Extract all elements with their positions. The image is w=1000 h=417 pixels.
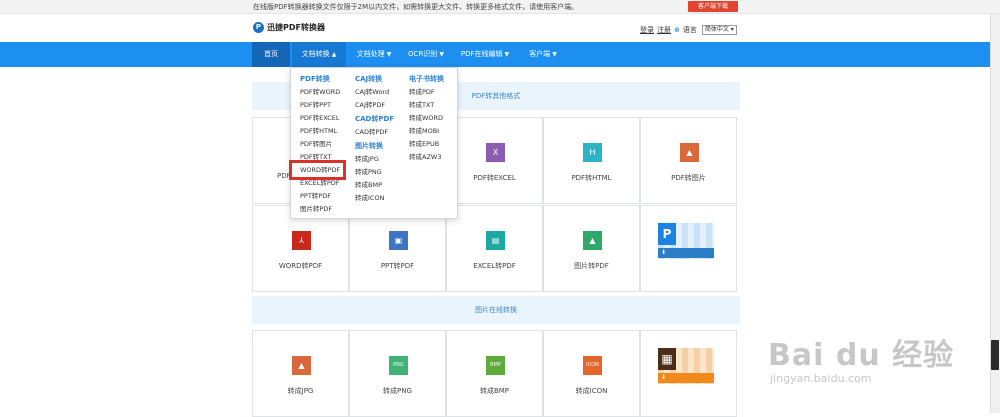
register-link[interactable]: 注册 [657, 25, 671, 35]
tile-pdf-to-excel[interactable]: X PDF转EXCEL [446, 117, 543, 204]
nav-home[interactable]: 首页 [252, 42, 290, 67]
dropdown-col-caj: CAJ转换 CAJ转Word CAJ转PDF CAD转PDF CAD转PDF 图… [355, 72, 394, 205]
tile-label: 图片转PDF [574, 262, 609, 270]
menu-item-to-icon[interactable]: 转成ICON [355, 192, 394, 205]
caret-down-icon: ▼ [504, 51, 510, 58]
tile-to-bmp[interactable]: BMP 转成BMP [446, 330, 543, 417]
download-icon[interactable]: ⬇ [658, 248, 714, 258]
menu-item-to-png[interactable]: 转成PNG [355, 166, 394, 179]
menu-item-to-bmp[interactable]: 转成BMP [355, 179, 394, 192]
menu-item-ppt-to-pdf[interactable]: PPT转PDF [300, 190, 340, 203]
main-nav: 首页 文档转换 ▲ 文档处理 ▼ OCR识别 ▼ PDF在线编辑 ▼ 客户端 ▼ [0, 42, 990, 67]
nav-doc-convert[interactable]: 文档转换 ▲ [292, 42, 346, 67]
pdf-file-icon: ▣ [389, 231, 408, 250]
promo-pdf-client[interactable]: P ⬇ [640, 205, 737, 292]
caret-down-icon: ▼ [552, 51, 557, 58]
promo-image-client[interactable]: ▦ ⬇ [640, 330, 737, 417]
tile-label: 转成BMP [479, 387, 510, 395]
section-image-convert: 图片在线转换 [252, 296, 740, 324]
logo-text: 迅捷PDF转换器 [267, 23, 325, 32]
menu-item-to-jpg[interactable]: 转成JPG [355, 153, 394, 166]
tile-label: EXCEL转PDF [473, 262, 516, 270]
caret-down-icon: ▼ [439, 51, 444, 58]
dropdown-heading: 图片转换 [355, 142, 383, 150]
scrollbar-thumb[interactable] [991, 340, 999, 370]
tile-label: PDF转图片 [671, 174, 706, 182]
tile-label: PDF转HTML [571, 174, 612, 182]
notice-text: 在线版PDF转换器转换文件仅限于2M以内文件，如需转换更大文件、转换更多格式文件… [253, 3, 579, 11]
menu-item-ebook-to-mobi[interactable]: 转成MOBI [409, 125, 444, 138]
tile-image-to-pdf[interactable]: ▲ 图片转PDF [543, 205, 640, 292]
menu-item-pdf-to-word[interactable]: PDF转WORD [300, 86, 340, 99]
nav-doc-process[interactable]: 文档处理 ▼ [348, 42, 400, 67]
tile-excel-to-pdf[interactable]: ▤ EXCEL转PDF [446, 205, 543, 292]
dropdown-heading: CAJ转换 [355, 75, 383, 83]
tile-pdf-to-image[interactable]: ▲ PDF转图片 [640, 117, 737, 204]
site-logo[interactable]: P 迅捷PDF转换器 [253, 22, 325, 33]
nav-ocr[interactable]: OCR识别 ▼ [402, 42, 450, 67]
menu-item-ebook-to-azw3[interactable]: 转成AZW3 [409, 151, 444, 164]
tile-label: WORD转PDF [278, 262, 323, 270]
pdf-icon: ⅄ [292, 231, 311, 250]
image-icon: ▲ [583, 231, 602, 250]
png-icon: PNG [389, 356, 408, 375]
header: P 迅捷PDF转换器 登录 注册 ⊕ 语言 简体中文 ▾ [0, 14, 1000, 42]
bmp-icon: BMP [486, 356, 505, 375]
account-links: 登录 注册 ⊕ 语言 简体中文 ▾ [640, 25, 737, 35]
dropdown-heading: 电子书转换 [409, 75, 444, 83]
image-icon: ▲ [680, 143, 699, 162]
sheet-icon: ▤ [486, 231, 505, 250]
tile-label: 转成JPG [287, 387, 314, 395]
menu-item-pdf-to-html[interactable]: PDF转HTML [300, 125, 340, 138]
menu-item-pdf-to-image[interactable]: PDF转图片 [300, 138, 340, 151]
watermark-logo: Bai du 经验 [768, 338, 955, 373]
menu-item-pdf-to-ppt[interactable]: PDF转PPT [300, 99, 340, 112]
tile-label: 转成PNG [383, 387, 412, 395]
tile-to-png[interactable]: PNG 转成PNG [349, 330, 446, 417]
logo-icon: P [253, 22, 264, 33]
dropdown-heading: CAD转PDF [355, 115, 395, 123]
nav-pdf-edit[interactable]: PDF在线编辑 ▼ [454, 42, 516, 67]
menu-item-cad-to-pdf[interactable]: CAD转PDF [355, 126, 394, 139]
nav-client[interactable]: 客户端 ▼ [520, 42, 566, 67]
menu-item-ebook-to-txt[interactable]: 转成TXT [409, 99, 444, 112]
menu-item-caj-to-pdf[interactable]: CAJ转PDF [355, 99, 394, 112]
caret-down-icon: ▼ [386, 51, 392, 58]
pdf-app-icon: P [658, 223, 676, 245]
language-label: 语言 [682, 26, 697, 34]
globe-icon: ⊕ [674, 26, 680, 34]
caret-up-icon: ▲ [331, 51, 337, 58]
tile-pdf-to-html[interactable]: H PDF转HTML [543, 117, 640, 204]
tile-to-icon[interactable]: ICON 转成ICON [543, 330, 640, 417]
baidu-watermark: Bai du 经验 jingyan.baidu.com [768, 330, 954, 385]
dropdown-col-pdf: PDF转换 PDF转WORD PDF转PPT PDF转EXCEL PDF转HTM… [300, 72, 340, 216]
excel-icon: X [486, 143, 505, 162]
doc-convert-dropdown: PDF转换 PDF转WORD PDF转PPT PDF转EXCEL PDF转HTM… [290, 67, 458, 219]
menu-item-pdf-to-excel[interactable]: PDF转EXCEL [300, 112, 340, 125]
login-link[interactable]: 登录 [640, 25, 654, 35]
tile-label: PPT转PDF [380, 262, 415, 270]
language-select[interactable]: 简体中文 ▾ [701, 25, 737, 35]
dropdown-col-ebook: 电子书转换 转成PDF 转成TXT 转成WORD 转成MOBI 转成EPUB 转… [409, 72, 444, 164]
menu-item-ebook-to-word[interactable]: 转成WORD [409, 112, 444, 125]
image-icon: ▲ [292, 356, 311, 375]
dropdown-heading: PDF转换 [300, 75, 330, 83]
client-download-button[interactable]: 客户端下载 [688, 1, 738, 12]
html-icon: H [583, 143, 602, 162]
menu-item-caj-to-word[interactable]: CAJ转Word [355, 86, 394, 99]
menu-item-image-to-pdf[interactable]: 图片转PDF [300, 203, 340, 216]
tile-label: 转成ICON [575, 387, 608, 395]
download-icon[interactable]: ⬇ [658, 373, 714, 383]
highlight-annotation [289, 160, 346, 180]
tile-to-jpg[interactable]: ▲ 转成JPG [252, 330, 349, 417]
image-app-icon: ▦ [658, 348, 676, 370]
tile-label: PDF转EXCEL [473, 174, 516, 182]
ico-icon: ICON [583, 356, 602, 375]
menu-item-ebook-to-pdf[interactable]: 转成PDF [409, 86, 444, 99]
top-notice-bar: 在线版PDF转换器转换文件仅限于2M以内文件，如需转换更大文件、转换更多格式文件… [0, 0, 1000, 14]
menu-item-ebook-to-epub[interactable]: 转成EPUB [409, 138, 444, 151]
